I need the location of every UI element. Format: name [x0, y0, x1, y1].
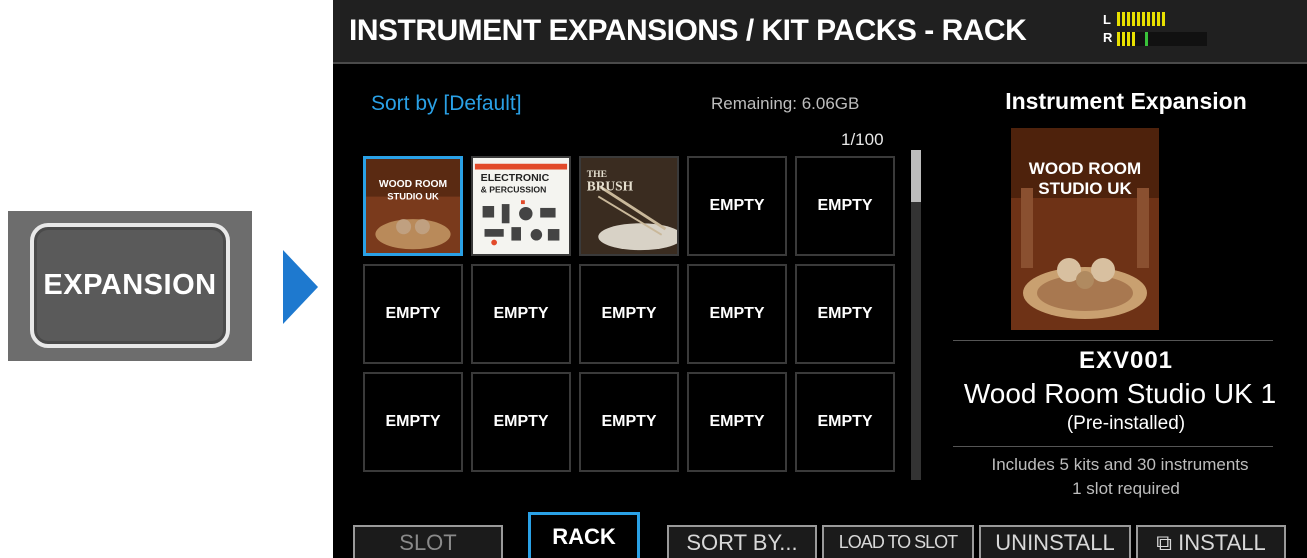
meter-left-bar [1117, 12, 1165, 26]
rack-slot-the-brush[interactable]: THE BRUSH [579, 156, 679, 256]
page-indicator: 1/100 [841, 130, 884, 149]
rack-slot-empty[interactable]: EMPTY [363, 264, 463, 364]
electronic-percussion-cover-icon: ELECTRONIC & PERCUSSION [473, 158, 569, 254]
tab-rack[interactable]: RACK [528, 512, 640, 558]
install-button[interactable]: ⧉ INSTALL [1136, 525, 1286, 558]
screen-title: INSTRUMENT EXPANSIONS / KIT PACKS - RACK [349, 14, 1027, 47]
scrollbar-thumb[interactable] [911, 150, 921, 202]
rack-slot-electronic-percussion[interactable]: ELECTRONIC & PERCUSSION [471, 156, 571, 256]
title-bar: INSTRUMENT EXPANSIONS / KIT PACKS - RACK… [333, 0, 1307, 64]
hardware-panel: EXPANSION [8, 211, 252, 361]
slot-requirement: 1 slot required [1072, 479, 1180, 498]
device-screen: INSTRUMENT EXPANSIONS / KIT PACKS - RACK… [333, 0, 1307, 558]
meter-left-label: L [1103, 12, 1111, 27]
the-brush-cover-icon: THE BRUSH [581, 158, 677, 254]
svg-text:BRUSH: BRUSH [587, 179, 634, 194]
rack-slot-wood-room[interactable]: WOOD ROOM STUDIO UK [363, 156, 463, 256]
rack-slot-empty[interactable]: EMPTY [579, 372, 679, 472]
load-to-slot-button[interactable]: LOAD TO SLOT [822, 525, 974, 558]
rack-scrollbar[interactable] [911, 150, 921, 480]
rack-slot-empty[interactable]: EMPTY [471, 264, 571, 364]
svg-text:ELECTRONIC: ELECTRONIC [481, 172, 550, 184]
detail-art-title-1: WOOD ROOM [1029, 159, 1141, 178]
divider [953, 340, 1273, 341]
detail-title: Instrument Expansion [1005, 88, 1247, 114]
meter-right-bar [1117, 32, 1207, 46]
expansion-contents: Includes 5 kits and 30 instruments [991, 455, 1249, 474]
svg-text:STUDIO UK: STUDIO UK [387, 190, 439, 201]
expansion-name: Wood Room Studio UK 1 [963, 378, 1277, 409]
rack-slot-empty[interactable]: EMPTY [795, 264, 895, 364]
rack-slot-empty[interactable]: EMPTY [471, 372, 571, 472]
uninstall-button[interactable]: UNINSTALL [979, 525, 1131, 558]
install-status: (Pre-installed) [1066, 413, 1186, 434]
sort-by-button[interactable]: SORT BY... [667, 525, 817, 558]
remaining-storage: Remaining: 6.06GB [711, 94, 860, 113]
rack-slot-empty[interactable]: EMPTY [363, 372, 463, 472]
arrow-right-icon [283, 250, 318, 324]
sort-label[interactable]: Sort by [Default] [371, 92, 522, 116]
wood-room-cover-icon: WOOD ROOM STUDIO UK [366, 159, 460, 253]
rack-slot-empty[interactable]: EMPTY [795, 156, 895, 256]
rack-slot-empty[interactable]: EMPTY [795, 372, 895, 472]
rack-slot-empty[interactable]: EMPTY [687, 372, 787, 472]
expansion-button[interactable]: EXPANSION [30, 223, 230, 348]
rack-slot-empty[interactable]: EMPTY [687, 156, 787, 256]
meter-right-label: R [1103, 30, 1113, 45]
rack-slot-empty[interactable]: EMPTY [687, 264, 787, 364]
svg-text:& PERCUSSION: & PERCUSSION [481, 185, 547, 195]
divider [953, 446, 1273, 447]
expansion-code: EXV001 [1078, 347, 1174, 374]
detail-cover-image: WOOD ROOM STUDIO UK [1011, 128, 1159, 330]
level-meter: L R [1103, 10, 1215, 52]
tab-slot[interactable]: SLOT [353, 525, 503, 558]
detail-art-title-2: STUDIO UK [1038, 179, 1132, 198]
rack-slot-empty[interactable]: EMPTY [579, 264, 679, 364]
svg-text:WOOD ROOM: WOOD ROOM [379, 179, 447, 190]
